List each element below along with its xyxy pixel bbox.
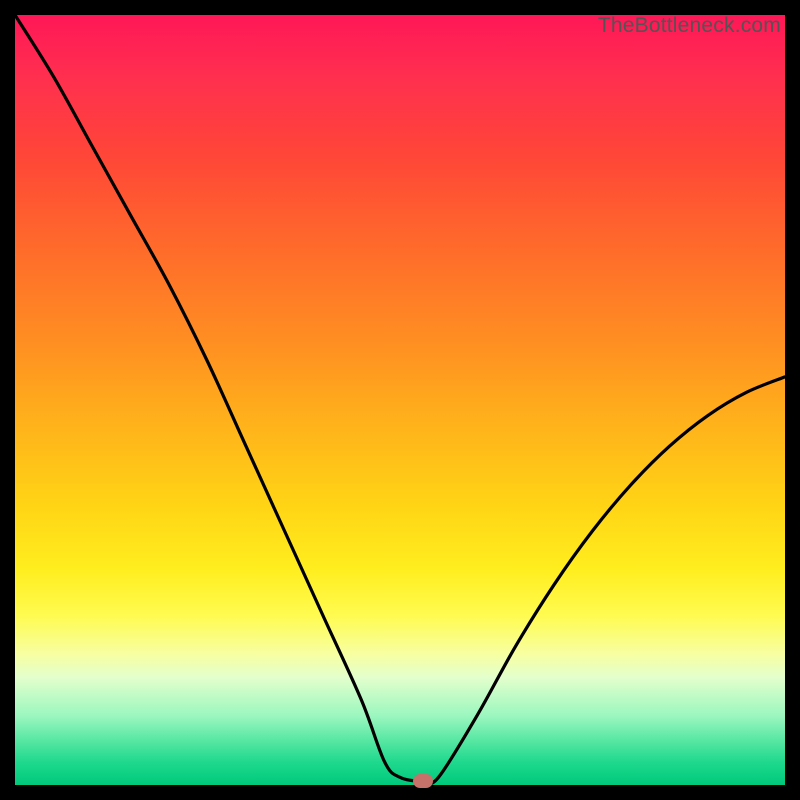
optimal-point-marker xyxy=(413,774,433,788)
chart-frame: TheBottleneck.com xyxy=(15,15,785,785)
bottleneck-curve xyxy=(15,15,785,785)
